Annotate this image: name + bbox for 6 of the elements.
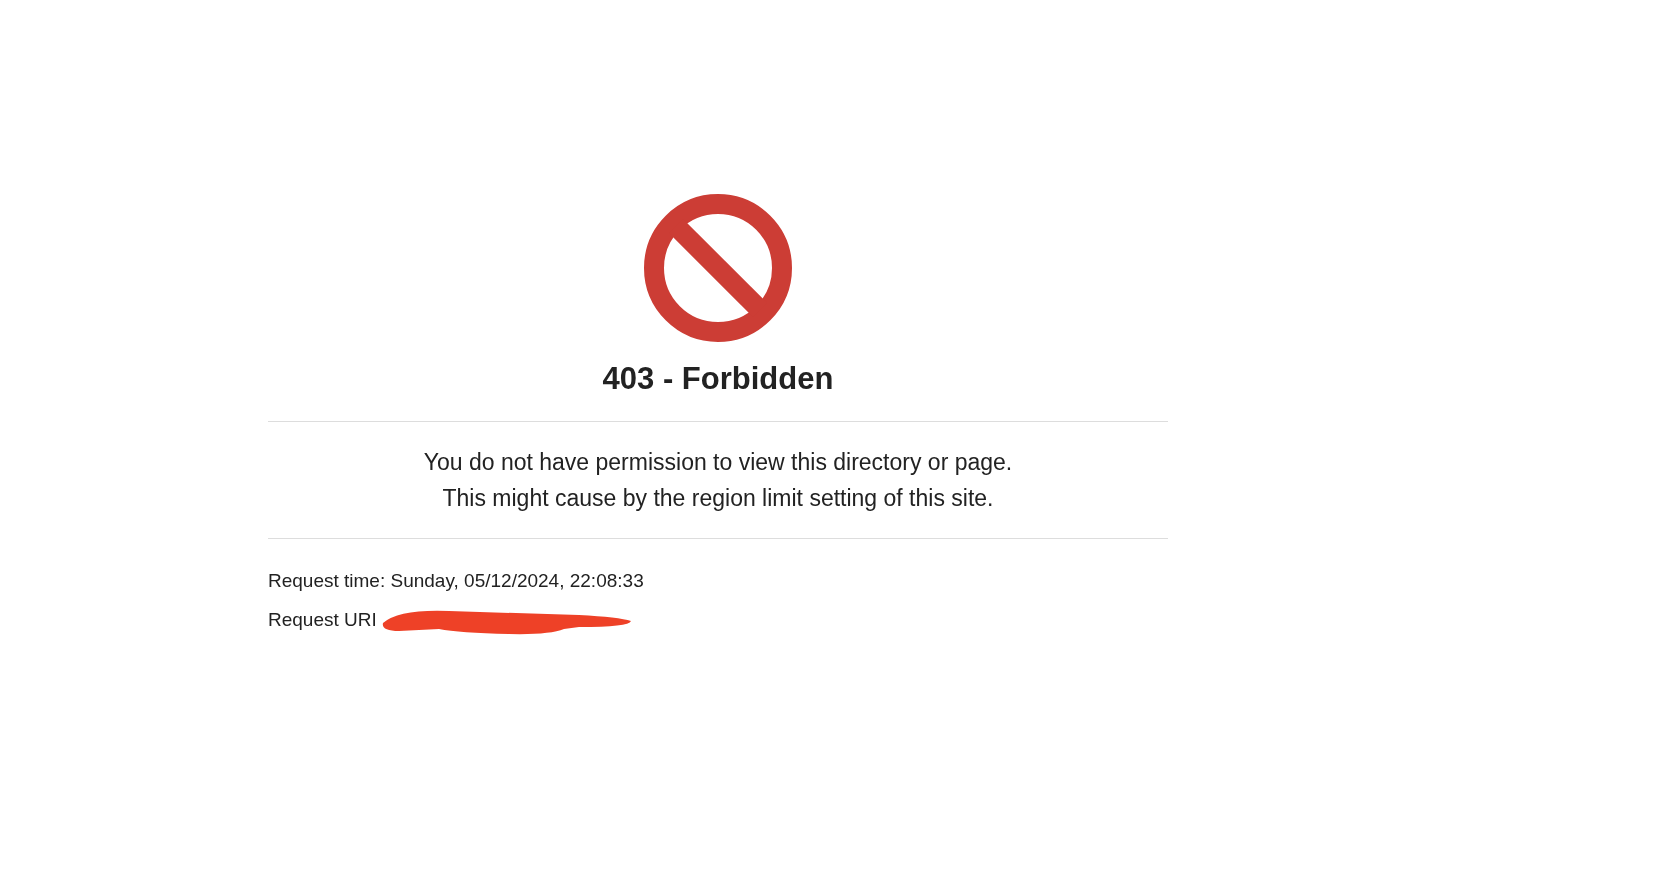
error-message: You do not have permission to view this directory or page. (423, 448, 1013, 477)
request-info: Request time: Sunday, 05/12/2024, 22:08:33 (268, 569, 644, 594)
error-message: This might cause by the region limit setting of this site. (442, 484, 994, 513)
request-info: Request URI (268, 608, 377, 633)
forbidden-icon (644, 194, 792, 342)
error-title: 403 - Forbidden (602, 360, 834, 398)
